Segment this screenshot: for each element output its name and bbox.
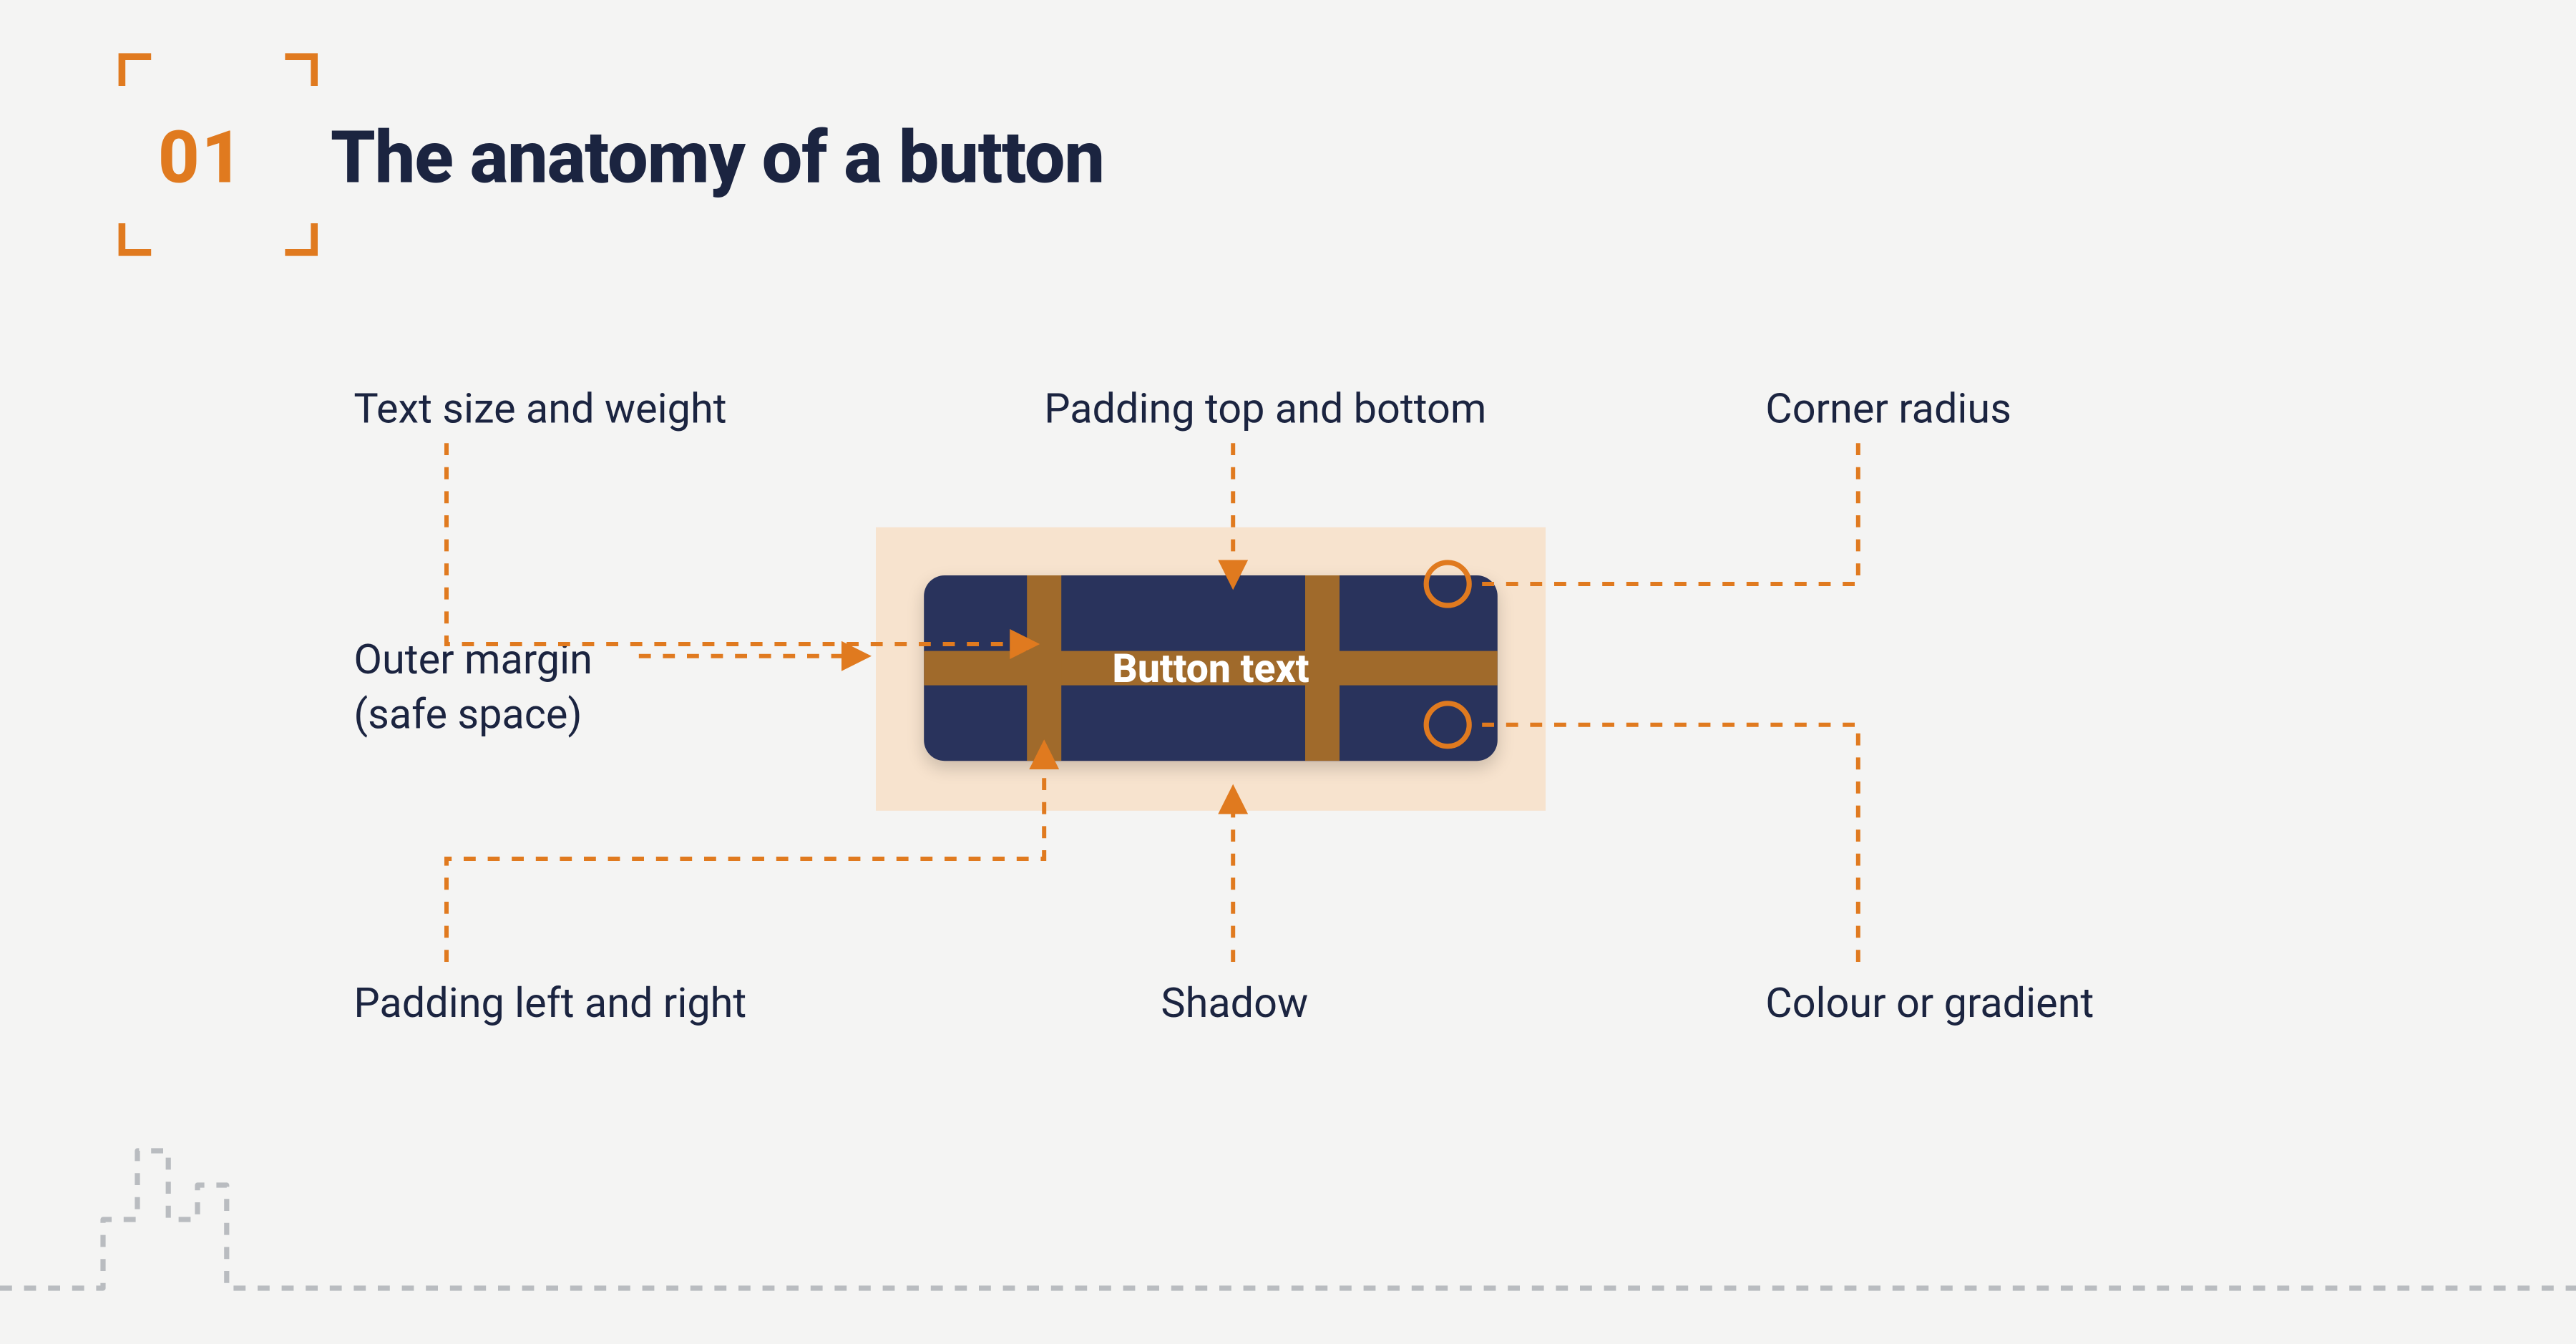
label-shadow: Shadow [1161,975,1308,1031]
corner-radius-ring-icon [1424,560,1472,608]
label-padding-tb: Padding top and bottom [1044,381,1486,437]
page-title: The anatomy of a button [331,117,1104,201]
label-colour: Colour or gradient [1765,975,2094,1031]
colour-ring-icon [1424,701,1472,749]
label-corner-radius: Corner radius [1765,381,2011,437]
example-button[interactable]: Button text [924,575,1498,761]
label-padding-lr: Padding left and right [353,975,746,1031]
page-header: 01 The anatomy of a button [117,117,1104,201]
label-outer-margin: Outer margin (safe space) [353,632,592,743]
label-text-size: Text size and weight [353,381,726,437]
section-number: 01 [158,117,245,201]
decorative-skyline-icon [0,1099,2576,1340]
button-label: Button text [924,575,1498,761]
